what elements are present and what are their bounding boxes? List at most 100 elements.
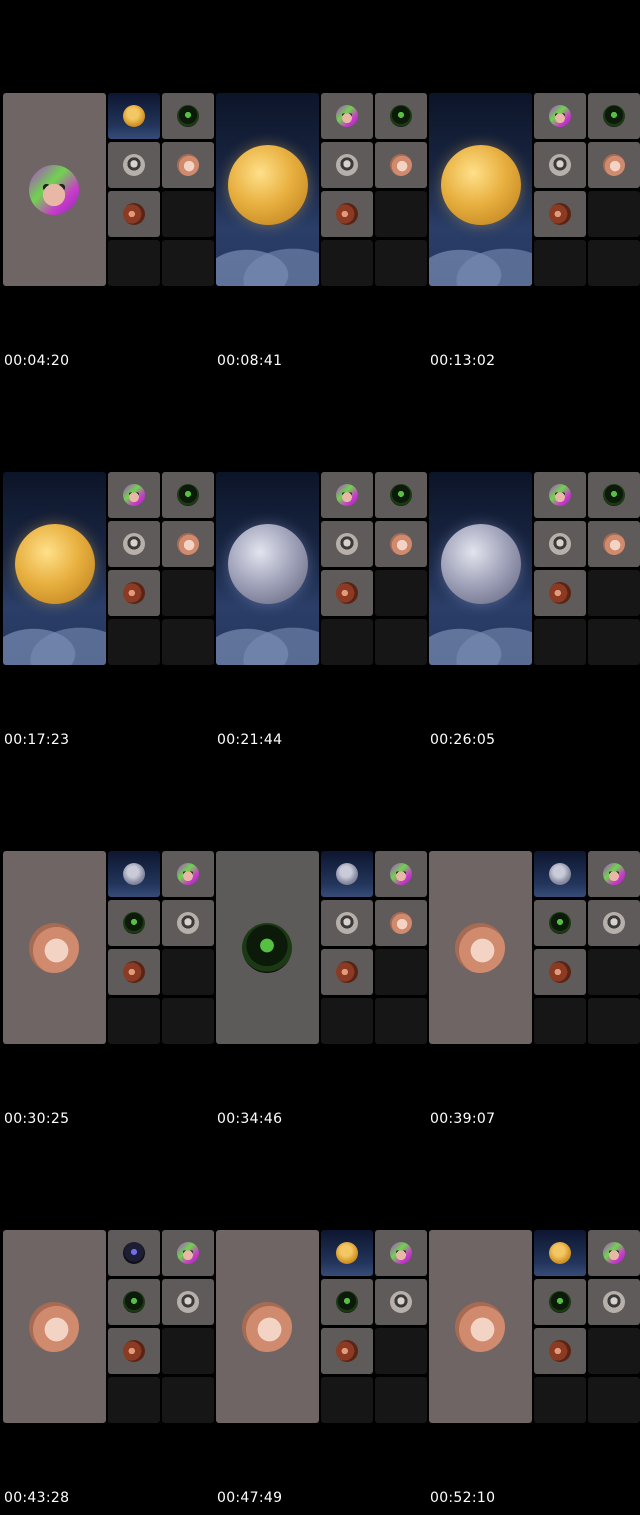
participant-tile bbox=[321, 949, 373, 995]
participant-avatar bbox=[549, 582, 571, 604]
empty-tile bbox=[588, 619, 640, 665]
participant-tile bbox=[108, 1279, 160, 1325]
participant-avatar bbox=[603, 912, 625, 934]
participant-tile bbox=[375, 900, 427, 946]
participant-avatar bbox=[177, 912, 199, 934]
participant-tile bbox=[534, 142, 586, 188]
participant-tile bbox=[321, 1279, 373, 1325]
participant-tile bbox=[321, 521, 373, 567]
participant-tile bbox=[108, 191, 160, 237]
participant-tile bbox=[108, 1230, 160, 1276]
speaker-avatar bbox=[242, 1302, 292, 1352]
timestamp-label: 00:30:25 bbox=[4, 1111, 70, 1127]
video-frame-5 bbox=[216, 472, 427, 667]
participant-tile bbox=[162, 521, 214, 567]
participant-avatar bbox=[390, 105, 412, 127]
speaker-avatar bbox=[29, 1302, 79, 1352]
participant-avatar bbox=[123, 484, 145, 506]
timestamp-label: 00:08:41 bbox=[217, 353, 283, 369]
participant-tile bbox=[534, 93, 586, 139]
speaker-avatar bbox=[29, 165, 79, 215]
participant-avatar bbox=[603, 1242, 625, 1264]
video-frame-12 bbox=[429, 1230, 640, 1425]
participant-avatar bbox=[336, 1242, 358, 1264]
participant-avatar bbox=[390, 912, 412, 934]
participant-avatar bbox=[336, 105, 358, 127]
participant-tile bbox=[321, 570, 373, 616]
empty-tile bbox=[162, 949, 214, 995]
cloud-image bbox=[429, 231, 532, 286]
speaker-avatar bbox=[242, 923, 292, 973]
participant-tile bbox=[321, 93, 373, 139]
participant-tile bbox=[108, 521, 160, 567]
participant-avatar bbox=[336, 533, 358, 555]
participant-tile bbox=[108, 570, 160, 616]
participant-tile bbox=[108, 851, 160, 897]
participant-avatar bbox=[177, 533, 199, 555]
video-frame-7 bbox=[3, 851, 214, 1046]
participant-avatar bbox=[390, 484, 412, 506]
empty-tile bbox=[162, 998, 214, 1044]
empty-tile bbox=[588, 1377, 640, 1423]
participant-tile bbox=[162, 1230, 214, 1276]
participant-avatar bbox=[336, 154, 358, 176]
participant-avatar bbox=[603, 154, 625, 176]
participant-avatar bbox=[390, 1242, 412, 1264]
empty-tile bbox=[108, 619, 160, 665]
participant-avatar bbox=[390, 533, 412, 555]
participant-avatar bbox=[549, 203, 571, 225]
empty-tile bbox=[588, 570, 640, 616]
empty-tile bbox=[375, 619, 427, 665]
video-frame-3 bbox=[429, 93, 640, 288]
empty-tile bbox=[588, 998, 640, 1044]
participant-tile bbox=[108, 93, 160, 139]
empty-tile bbox=[321, 1377, 373, 1423]
participant-avatar bbox=[336, 484, 358, 506]
participant-avatar bbox=[336, 961, 358, 983]
participant-tile bbox=[321, 1328, 373, 1374]
video-frame-1 bbox=[3, 93, 214, 288]
empty-tile bbox=[162, 1377, 214, 1423]
timestamp-label: 00:34:46 bbox=[217, 1111, 283, 1127]
main-speaker-tile bbox=[216, 93, 319, 286]
empty-tile bbox=[162, 619, 214, 665]
participant-avatar bbox=[603, 533, 625, 555]
empty-tile bbox=[375, 570, 427, 616]
video-frame-8 bbox=[216, 851, 427, 1046]
participant-tile bbox=[588, 1279, 640, 1325]
empty-tile bbox=[321, 619, 373, 665]
empty-tile bbox=[534, 240, 586, 286]
empty-tile bbox=[108, 240, 160, 286]
participant-avatar bbox=[177, 484, 199, 506]
participant-tile bbox=[588, 521, 640, 567]
speaker-avatar bbox=[455, 1302, 505, 1352]
participant-tile bbox=[162, 1279, 214, 1325]
participant-tile bbox=[534, 521, 586, 567]
empty-tile bbox=[375, 1377, 427, 1423]
timestamp-label: 00:43:28 bbox=[4, 1490, 70, 1506]
main-speaker-tile bbox=[3, 851, 106, 1044]
video-frame-2 bbox=[216, 93, 427, 288]
participant-avatar bbox=[123, 961, 145, 983]
participant-avatar bbox=[336, 1291, 358, 1313]
participant-tile bbox=[321, 900, 373, 946]
participant-avatar bbox=[336, 1340, 358, 1362]
video-frame-10 bbox=[3, 1230, 214, 1425]
empty-tile bbox=[375, 998, 427, 1044]
main-speaker-tile bbox=[3, 93, 106, 286]
participant-avatar bbox=[177, 105, 199, 127]
cloud-image bbox=[429, 610, 532, 665]
participant-avatar bbox=[123, 533, 145, 555]
participant-tile bbox=[534, 472, 586, 518]
empty-tile bbox=[375, 1328, 427, 1374]
participant-tile bbox=[321, 472, 373, 518]
video-frame-4 bbox=[3, 472, 214, 667]
participant-avatar bbox=[603, 1291, 625, 1313]
participant-avatar bbox=[336, 203, 358, 225]
main-speaker-tile bbox=[429, 1230, 532, 1423]
empty-tile bbox=[534, 1377, 586, 1423]
empty-tile bbox=[321, 240, 373, 286]
moon-face-image bbox=[441, 524, 521, 604]
empty-tile bbox=[162, 191, 214, 237]
participant-avatar bbox=[123, 105, 145, 127]
